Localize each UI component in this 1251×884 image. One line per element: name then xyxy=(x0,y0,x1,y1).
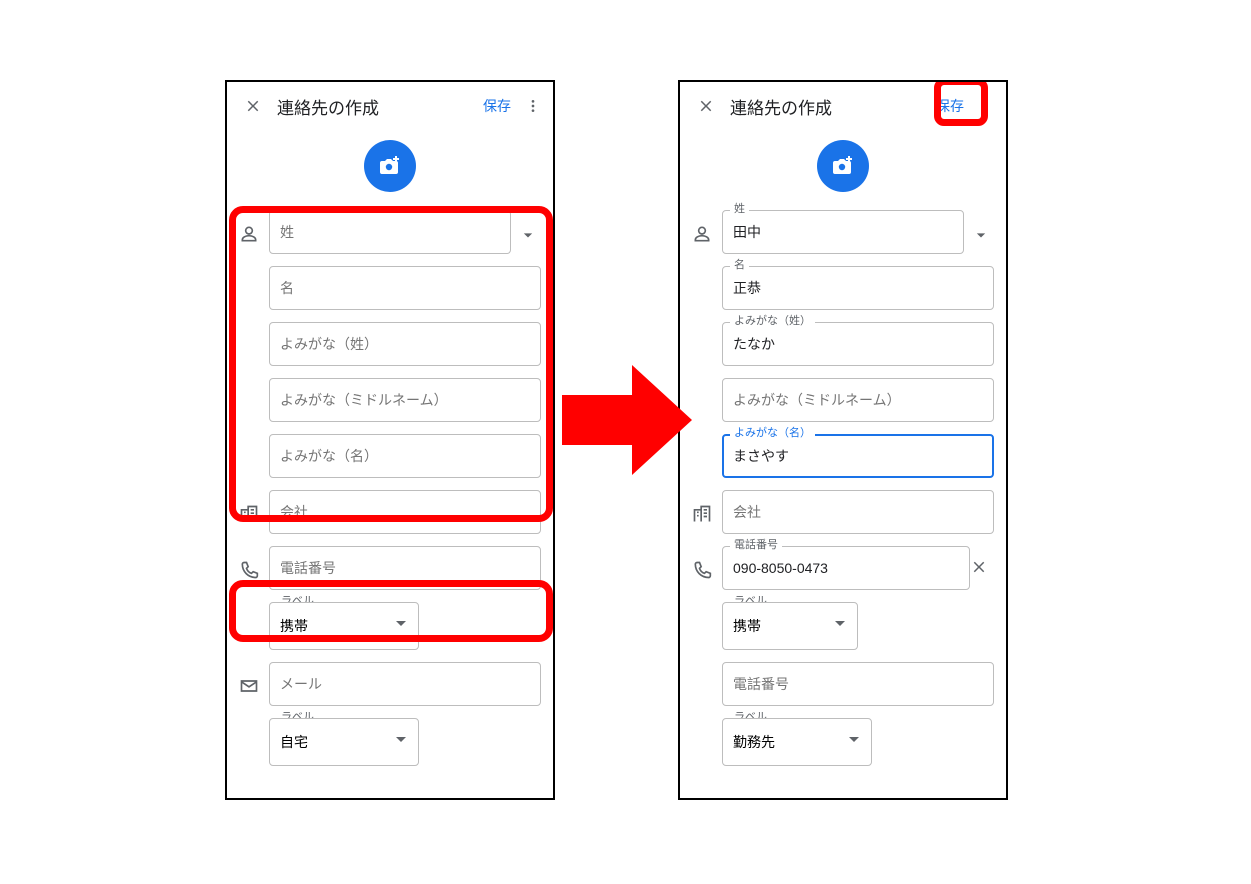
phonetic-firstname-field[interactable] xyxy=(269,434,541,478)
phone-section: ラベル 携帯 xyxy=(227,546,553,650)
phone-number-field[interactable] xyxy=(722,546,970,590)
phone-section-2: ラベル 勤務先 xyxy=(680,662,1006,766)
firstname-field[interactable] xyxy=(722,266,994,310)
camera-add-icon xyxy=(831,154,855,178)
phone-number-field-2[interactable] xyxy=(722,662,994,706)
company-field[interactable] xyxy=(269,490,541,534)
phone-icon xyxy=(239,546,269,580)
company-field[interactable] xyxy=(722,490,994,534)
email-icon xyxy=(239,662,269,696)
email-label-select[interactable]: 自宅 xyxy=(269,718,419,766)
phone-number-label: 電話番号 xyxy=(730,538,782,552)
expand-name-button[interactable] xyxy=(966,220,996,250)
header: 連絡先の作成 保存 xyxy=(227,82,553,130)
phonetic-lastname-field[interactable] xyxy=(722,322,994,366)
company-icon xyxy=(692,490,722,524)
firstname-field[interactable] xyxy=(269,266,541,310)
add-photo-button[interactable] xyxy=(817,140,869,192)
phonetic-lastname-label: よみがな（姓） xyxy=(730,314,815,328)
expand-name-button[interactable] xyxy=(513,220,543,250)
firstname-label: 名 xyxy=(730,258,749,272)
lastname-field[interactable] xyxy=(269,210,511,254)
header: 連絡先の作成 保存 xyxy=(680,82,1006,130)
lastname-label: 姓 xyxy=(730,202,749,216)
phone-label-select[interactable]: 携帯 xyxy=(722,602,858,650)
save-button[interactable]: 保存 xyxy=(475,90,519,122)
person-icon xyxy=(692,210,722,244)
phone-icon xyxy=(692,546,722,580)
add-photo-button[interactable] xyxy=(364,140,416,192)
name-section: 姓 名 よみがな（姓） よみがな（名） xyxy=(680,210,1006,478)
close-button[interactable] xyxy=(233,97,273,115)
company-section xyxy=(680,490,1006,534)
phonetic-lastname-field[interactable] xyxy=(269,322,541,366)
camera-add-icon xyxy=(378,154,402,178)
close-button[interactable] xyxy=(686,97,726,115)
page-title: 連絡先の作成 xyxy=(726,94,928,119)
lastname-field[interactable] xyxy=(722,210,964,254)
close-icon xyxy=(970,558,988,576)
transition-arrow xyxy=(562,360,692,480)
phonetic-middlename-field[interactable] xyxy=(722,378,994,422)
phone-number-field[interactable] xyxy=(269,546,541,590)
phonetic-middlename-field[interactable] xyxy=(269,378,541,422)
clear-phone-button[interactable] xyxy=(964,558,994,576)
more-menu-button[interactable] xyxy=(972,98,1000,114)
more-menu-button[interactable] xyxy=(519,98,547,114)
phonetic-firstname-label: よみがな（名） xyxy=(730,426,815,440)
chevron-down-icon xyxy=(518,225,538,245)
phone-section-1: 電話番号 ラベル 携帯 xyxy=(680,546,1006,650)
phone-screenshot-before: 連絡先の作成 保存 xyxy=(225,80,555,800)
phone-screenshot-after: 連絡先の作成 保存 姓 名 xyxy=(678,80,1008,800)
phone-label-select[interactable]: 携帯 xyxy=(269,602,419,650)
save-button[interactable]: 保存 xyxy=(928,90,972,122)
phone-label-select-2[interactable]: 勤務先 xyxy=(722,718,872,766)
chevron-down-icon xyxy=(971,225,991,245)
company-section xyxy=(227,490,553,534)
name-section xyxy=(227,210,553,478)
person-icon xyxy=(239,210,269,244)
email-field[interactable] xyxy=(269,662,541,706)
phonetic-firstname-field[interactable] xyxy=(722,434,994,478)
company-icon xyxy=(239,490,269,524)
email-section: ラベル 自宅 xyxy=(227,662,553,766)
page-title: 連絡先の作成 xyxy=(273,94,475,119)
